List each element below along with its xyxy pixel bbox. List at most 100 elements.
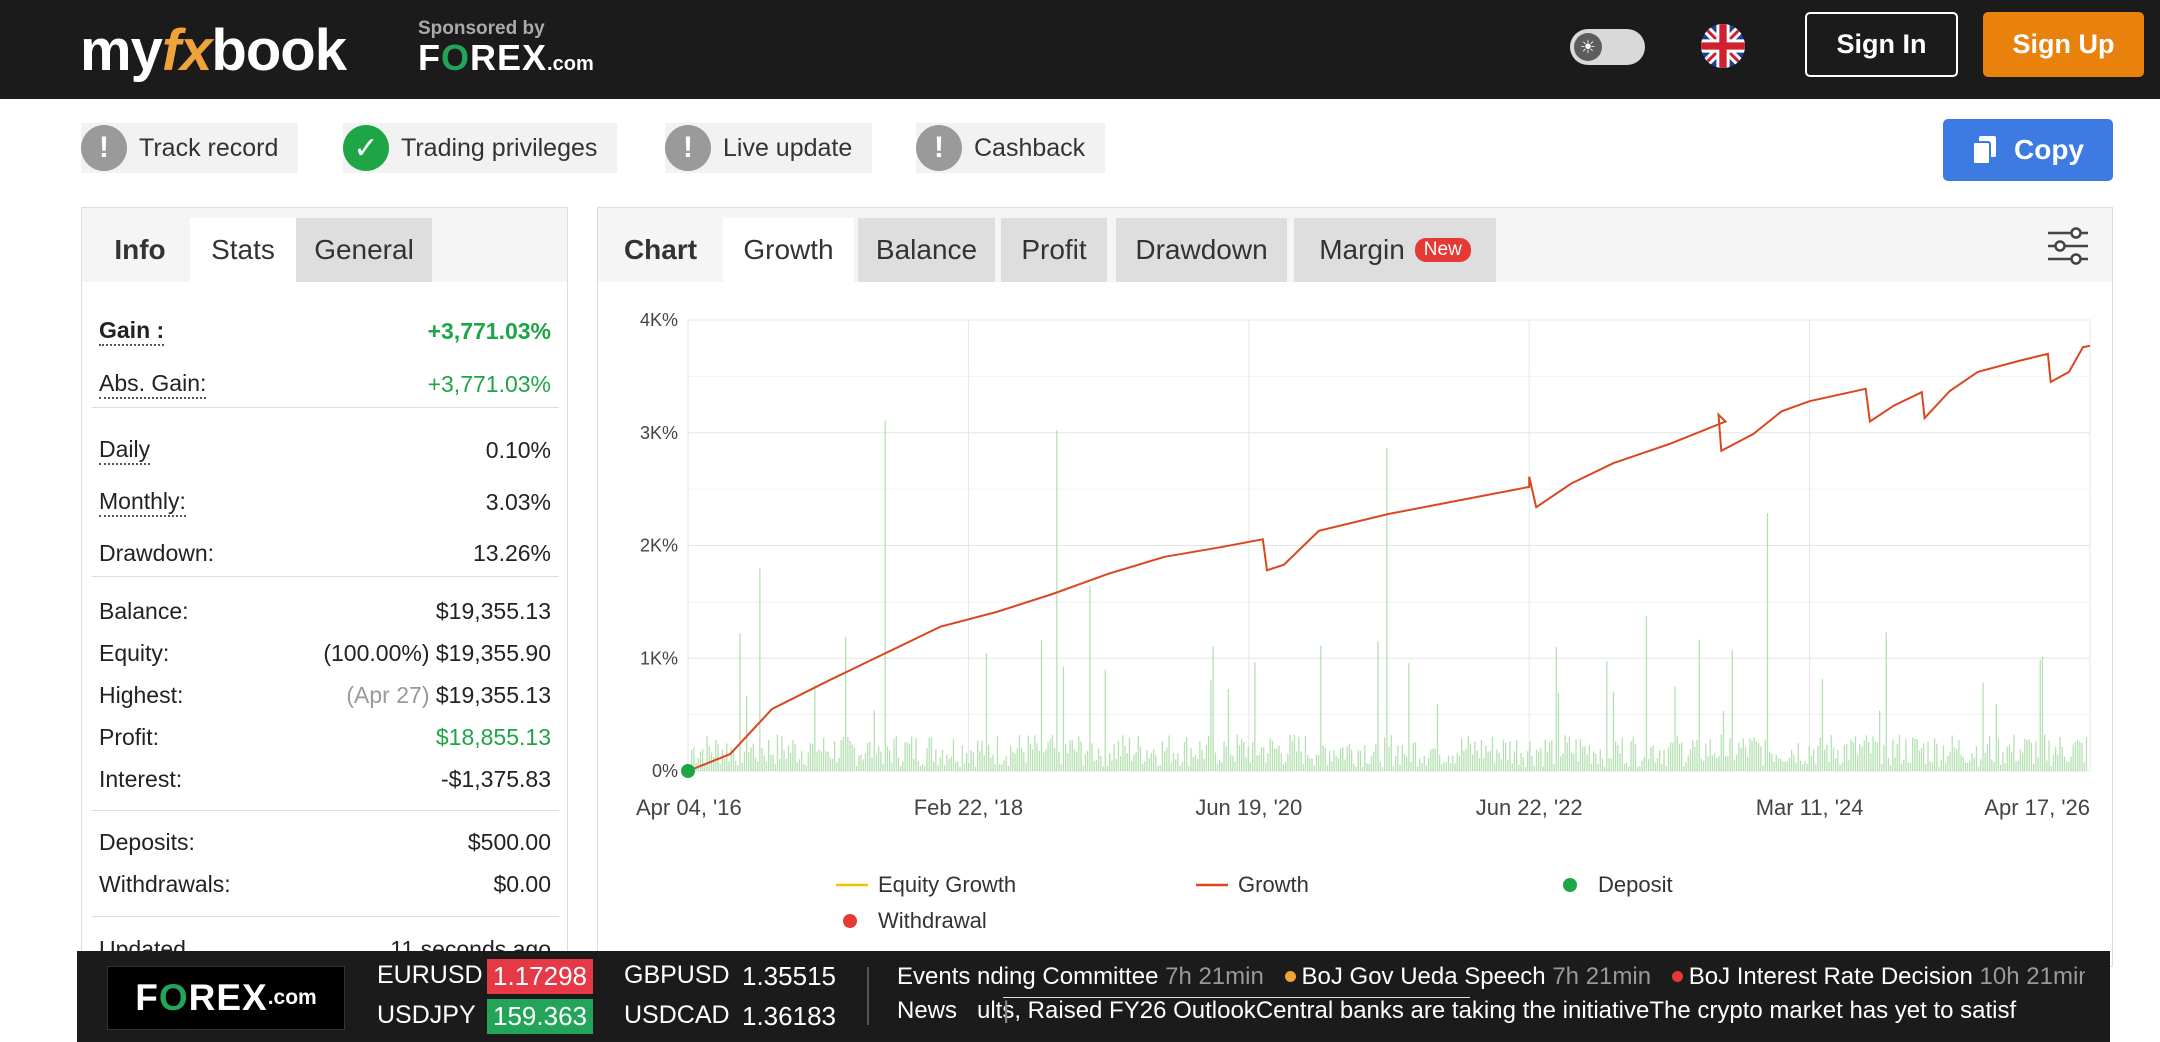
ticker-forex-logo[interactable]: F O REX .com bbox=[107, 966, 345, 1030]
badge-label: Track record bbox=[139, 133, 279, 162]
activity-bar bbox=[977, 740, 979, 771]
badge-track-record[interactable]: ! Track record bbox=[81, 123, 299, 173]
activity-bar bbox=[1269, 738, 1271, 771]
sign-in-button[interactable]: Sign In bbox=[1805, 12, 1958, 77]
daily-label[interactable]: Daily bbox=[99, 436, 151, 465]
activity-bar bbox=[1483, 758, 1485, 771]
events-label: Events bbox=[897, 963, 971, 990]
activity-bar bbox=[719, 764, 721, 771]
activity-bar bbox=[1773, 761, 1775, 771]
forex-com: .com bbox=[547, 53, 594, 75]
myfxbook-logo[interactable]: my fx book bbox=[80, 10, 347, 90]
activity-bar bbox=[715, 739, 717, 771]
tab-drawdown[interactable]: Drawdown bbox=[1116, 218, 1287, 282]
event-item[interactable]: BoJ Interest Rate Decision 10h 21min bbox=[1658, 963, 2085, 990]
top-header: my fx book Sponsored by FOREX.com ☀ Sign I… bbox=[0, 0, 2160, 99]
tab-margin[interactable]: Margin New bbox=[1294, 218, 1496, 282]
highest-value: $19,355.13 bbox=[435, 681, 551, 708]
tab-chart[interactable]: Chart bbox=[598, 218, 723, 282]
activity-bar bbox=[1214, 752, 1216, 771]
activity-bar bbox=[895, 735, 897, 771]
activity-bar bbox=[1604, 766, 1606, 771]
tab-info[interactable]: Info bbox=[90, 218, 190, 282]
activity-bar bbox=[974, 766, 977, 771]
activity-bar bbox=[853, 747, 856, 771]
event-item[interactable]: nding Committee 7h 21min bbox=[977, 963, 1264, 990]
badge-cashback[interactable]: ! Cashback bbox=[916, 123, 1106, 173]
pair-eurusd[interactable]: EURUSD bbox=[377, 961, 483, 990]
pair-usdcad[interactable]: USDCAD bbox=[624, 1001, 730, 1030]
drawdown-value: 13.26% bbox=[472, 539, 551, 566]
activity-bar bbox=[922, 764, 924, 771]
news-item[interactable]: ults, Raised FY26 Outlook bbox=[977, 997, 1256, 1024]
activity-bar bbox=[1450, 763, 1452, 771]
activity-bar bbox=[1885, 632, 1887, 771]
copy-label: Copy bbox=[2014, 134, 2084, 165]
activity-bar bbox=[2057, 755, 2059, 771]
activity-bar bbox=[1610, 758, 1612, 771]
activity-bar bbox=[1608, 758, 1610, 771]
activity-bar bbox=[1560, 756, 1562, 771]
warning-icon: ! bbox=[665, 125, 711, 171]
badge-trading-privileges[interactable]: ✓ Trading privileges bbox=[343, 123, 618, 173]
badge-label: Trading privileges bbox=[401, 133, 598, 162]
activity-bar bbox=[1597, 763, 1599, 771]
pair-usdjpy[interactable]: USDJPY bbox=[377, 1001, 476, 1030]
activity-bar bbox=[1062, 666, 1065, 771]
pair-gbpusd[interactable]: GBPUSD bbox=[624, 961, 730, 990]
theme-toggle[interactable]: ☀ bbox=[1570, 29, 1645, 65]
activity-bar bbox=[1366, 763, 1368, 771]
badge-live-update[interactable]: ! Live update bbox=[665, 123, 873, 173]
legend-swatch bbox=[843, 914, 857, 928]
legend-label: Withdrawal bbox=[878, 908, 987, 933]
activity-bar bbox=[2013, 734, 2015, 771]
activity-bar bbox=[1249, 762, 1252, 771]
chart-settings-icon[interactable] bbox=[2046, 226, 2090, 266]
activity-bar bbox=[1520, 753, 1522, 771]
forex-brand: FOREX.com bbox=[418, 40, 594, 82]
activity-bar bbox=[1179, 765, 1181, 771]
activity-bar bbox=[2006, 746, 2008, 771]
uk-flag-icon[interactable] bbox=[1701, 24, 1745, 68]
activity-bar bbox=[1043, 752, 1045, 771]
activity-bar bbox=[2044, 734, 2046, 771]
activity-bar bbox=[1212, 646, 1214, 771]
activity-bar bbox=[1368, 763, 1370, 771]
tab-general[interactable]: General bbox=[296, 218, 432, 282]
activity-bar bbox=[1540, 747, 1542, 771]
abs-gain-label[interactable]: Abs. Gain: bbox=[99, 370, 207, 399]
copy-button[interactable]: Copy bbox=[1943, 119, 2113, 181]
event-item[interactable]: BoJ Gov Ueda Speech 7h 21min bbox=[1271, 963, 1651, 990]
news-item[interactable]: The crypto market has yet to satisf bbox=[1649, 997, 2016, 1024]
price-eurusd: 1.17298 bbox=[487, 959, 593, 994]
activity-bar bbox=[1199, 741, 1201, 771]
news-item[interactable]: Central banks are taking the initiative bbox=[1256, 997, 1650, 1024]
monthly-label[interactable]: Monthly: bbox=[99, 488, 186, 517]
tab-balance[interactable]: Balance bbox=[858, 218, 995, 282]
sign-up-button[interactable]: Sign Up bbox=[1983, 12, 2144, 77]
activity-bar bbox=[1854, 736, 1857, 771]
activity-bar bbox=[1766, 513, 1769, 771]
activity-bar bbox=[1388, 747, 1390, 771]
tab-stats[interactable]: Stats bbox=[190, 218, 296, 282]
activity-bar bbox=[1346, 746, 1348, 771]
activity-bar bbox=[1386, 448, 1388, 771]
tab-growth[interactable]: Growth bbox=[723, 218, 854, 282]
legend-label: Growth bbox=[1238, 872, 1309, 897]
forex-f: F bbox=[418, 37, 441, 78]
activity-bar bbox=[1865, 735, 1868, 771]
activity-bar bbox=[882, 763, 884, 771]
activity-bar bbox=[1276, 748, 1278, 771]
legend-swatch bbox=[1563, 878, 1577, 892]
activity-bar bbox=[801, 751, 803, 771]
tk-o: O bbox=[158, 977, 189, 1018]
activity-bar bbox=[818, 749, 820, 771]
activity-bar bbox=[1216, 763, 1219, 771]
tab-profit[interactable]: Profit bbox=[1001, 218, 1107, 282]
activity-bar bbox=[963, 763, 966, 771]
gain-label[interactable]: Gain : bbox=[99, 317, 165, 346]
activity-bar bbox=[1663, 749, 1665, 771]
sponsor-logo[interactable]: Sponsored by FOREX.com bbox=[418, 18, 594, 82]
activity-bar bbox=[1909, 762, 1912, 771]
activity-bar bbox=[809, 743, 812, 771]
